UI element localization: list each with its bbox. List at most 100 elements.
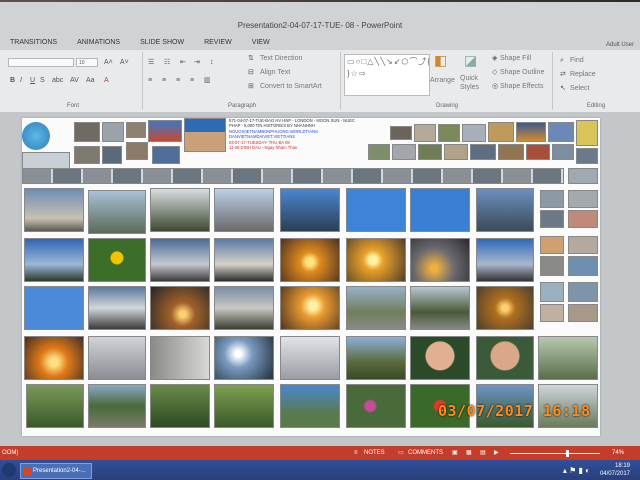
photo-thumb[interactable] <box>414 124 436 142</box>
photo-moon-thumb[interactable] <box>346 188 406 232</box>
photo-thumb[interactable] <box>74 122 100 142</box>
zoom-slider[interactable] <box>510 453 600 454</box>
tab-slide-show[interactable]: SLIDE SHOW <box>130 36 194 50</box>
grow-font-icon[interactable]: A˄ <box>104 58 113 67</box>
photo-thumb[interactable] <box>470 144 496 160</box>
increase-indent-icon[interactable]: ⇥ <box>194 58 200 67</box>
photo-tree-thumb[interactable] <box>150 188 210 232</box>
photo-plant-thumb[interactable] <box>150 384 210 428</box>
change-case-icon[interactable]: Aa <box>86 76 95 85</box>
bullets-icon[interactable]: ☰ <box>148 58 154 67</box>
shape-outline-button[interactable]: Shape Outline <box>500 68 544 78</box>
photo-thumb[interactable] <box>568 210 598 228</box>
slideshow-icon[interactable]: ▶ <box>494 446 499 460</box>
photo-moon-thumb[interactable] <box>24 286 84 330</box>
photo-sky-thumb[interactable] <box>24 188 84 232</box>
zoom-level[interactable]: 74% <box>612 446 624 460</box>
start-button[interactable] <box>2 463 16 477</box>
shape-fill-button[interactable]: Shape Fill <box>500 54 531 64</box>
photo-moon-thumb[interactable] <box>410 188 470 232</box>
photo-house-thumb[interactable] <box>346 336 406 380</box>
shapes-gallery[interactable]: ▭○□△╲╲↘↙⬠⌒⤴{ }☆⇨ <box>344 54 430 96</box>
photo-sunset-thumb[interactable] <box>150 286 210 330</box>
account-name[interactable]: Adult User <box>606 42 634 48</box>
shape-effects-button[interactable]: Shape Effects <box>500 82 543 92</box>
comments-button[interactable]: COMMENTS <box>408 446 443 460</box>
font-name-box[interactable] <box>8 58 74 67</box>
photo-garden-thumb[interactable] <box>88 384 146 428</box>
photo-thumb[interactable] <box>152 146 180 164</box>
photo-thumb[interactable] <box>552 144 574 160</box>
normal-view-icon[interactable]: ▣ <box>452 446 458 460</box>
notes-button[interactable]: NOTES <box>364 446 385 460</box>
photo-sky-thumb[interactable] <box>280 384 340 428</box>
photo-thumb[interactable] <box>498 144 524 160</box>
align-center-icon[interactable]: ≡ <box>162 76 166 85</box>
strikethrough-icon[interactable]: abc <box>52 76 63 85</box>
photo-sunset-thumb[interactable] <box>24 336 84 380</box>
underline-icon[interactable]: U <box>30 76 35 85</box>
photo-sunset-thumb[interactable] <box>476 286 534 330</box>
photo-thumb[interactable] <box>540 236 564 254</box>
photo-tower-thumb[interactable] <box>280 188 340 232</box>
align-text-button[interactable]: Align Text <box>260 68 290 78</box>
photo-thumb[interactable] <box>102 146 122 164</box>
photo-thumb[interactable] <box>568 304 598 322</box>
slide-sorter-icon[interactable]: ▦ <box>466 446 472 460</box>
zoom-slider-thumb[interactable] <box>566 450 569 457</box>
photo-thumb[interactable] <box>568 256 598 276</box>
taskbar-clock[interactable]: 18:19 04/07/2017 <box>600 462 630 478</box>
thumbnail-strip[interactable] <box>22 168 564 184</box>
photo-thumb[interactable] <box>74 146 100 164</box>
shrink-font-icon[interactable]: A˅ <box>120 58 129 67</box>
photo-sky-thumb[interactable] <box>214 286 274 330</box>
slide[interactable]: 571-04-07-17-TUE-BAO HV HNP - LONDON - M… <box>22 118 600 436</box>
photo-plant-thumb[interactable] <box>214 384 274 428</box>
photo-sky-thumb[interactable] <box>150 238 210 282</box>
photo-thumb[interactable] <box>392 144 416 160</box>
line-spacing-icon[interactable]: ↕ <box>210 58 214 67</box>
photo-thumb[interactable] <box>540 282 564 302</box>
photo-flower-thumb[interactable] <box>346 384 406 428</box>
photo-thumb[interactable] <box>576 148 598 164</box>
photo-street-thumb[interactable] <box>410 286 470 330</box>
find-button[interactable]: Find <box>570 56 584 66</box>
photo-sky-thumb[interactable] <box>476 238 534 282</box>
photo-sky-thumb[interactable] <box>214 238 274 282</box>
photo-sign-thumb[interactable] <box>280 336 340 380</box>
photo-sunset-thumb[interactable] <box>280 286 340 330</box>
map-globe-thumb[interactable] <box>22 122 50 150</box>
portrait-thumb[interactable] <box>184 118 226 152</box>
tab-view[interactable]: VIEW <box>242 36 280 50</box>
photo-thumb[interactable] <box>540 190 564 208</box>
photo-room-thumb[interactable] <box>150 336 210 380</box>
tab-review[interactable]: REVIEW <box>194 36 242 50</box>
arrange-button[interactable]: Arrange <box>430 76 455 86</box>
photo-thumb[interactable] <box>418 144 442 160</box>
photo-thumb[interactable] <box>438 124 460 142</box>
photo-sunset-thumb[interactable] <box>410 238 470 282</box>
photo-thumb[interactable] <box>444 144 468 160</box>
photo-sky-thumb[interactable] <box>214 336 274 380</box>
decrease-indent-icon[interactable]: ⇤ <box>180 58 186 67</box>
photo-sunset-thumb[interactable] <box>280 238 340 282</box>
select-button[interactable]: Select <box>570 84 589 94</box>
portrait-thumb[interactable] <box>410 336 470 380</box>
convert-smartart-button[interactable]: Convert to SmartArt <box>260 82 322 92</box>
photo-thumb[interactable] <box>126 122 146 138</box>
photo-thumb[interactable] <box>540 210 564 228</box>
photo-building-thumb[interactable] <box>214 188 274 232</box>
photo-thumb[interactable] <box>390 126 412 140</box>
photo-sky-thumb[interactable] <box>476 188 534 232</box>
photo-thumb[interactable] <box>548 122 574 142</box>
photo-sign-thumb[interactable] <box>88 336 146 380</box>
quick-styles-button[interactable]: Quick Styles <box>460 74 488 92</box>
photo-thumb[interactable] <box>568 168 598 184</box>
photo-thumb[interactable] <box>102 122 124 142</box>
align-left-icon[interactable]: ≡ <box>148 76 152 85</box>
photo-street-thumb[interactable] <box>88 190 146 234</box>
align-right-icon[interactable]: ≡ <box>176 76 180 85</box>
photo-park-thumb[interactable] <box>538 336 598 380</box>
reading-view-icon[interactable]: ▤ <box>480 446 486 460</box>
photo-thumb[interactable] <box>488 122 514 142</box>
